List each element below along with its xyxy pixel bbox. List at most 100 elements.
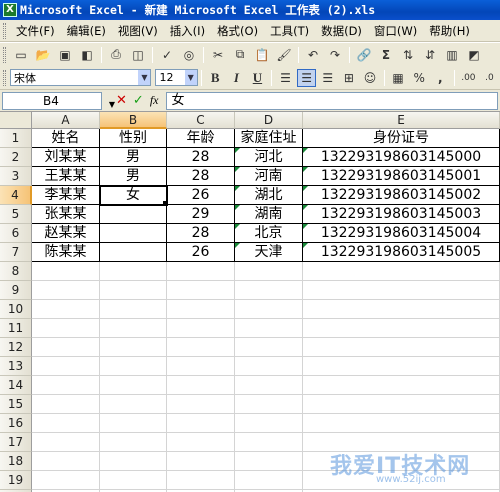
empty-cell[interactable] — [303, 414, 500, 433]
euro-icon[interactable]: ▦ — [389, 69, 408, 87]
empty-cell[interactable] — [303, 395, 500, 414]
empty-cell[interactable] — [100, 376, 167, 395]
table-header-cell[interactable]: 性别 — [100, 129, 167, 148]
table-cell[interactable]: 29 — [167, 205, 235, 224]
empty-cell[interactable] — [167, 414, 235, 433]
row-header-1[interactable]: 1 — [0, 129, 32, 148]
empty-cell[interactable] — [235, 433, 303, 452]
chevron-down-icon[interactable]: ▼ — [138, 70, 151, 85]
table-cell[interactable]: 132293198603145003 — [303, 205, 500, 224]
bold-button[interactable]: B — [206, 69, 225, 87]
merge-center-icon[interactable]: ⊞ — [339, 69, 358, 87]
empty-cell[interactable] — [235, 338, 303, 357]
cut-icon[interactable]: ✂ — [208, 46, 228, 64]
empty-cell[interactable] — [167, 281, 235, 300]
table-header-cell[interactable]: 身份证号 — [303, 129, 500, 148]
chart-wizard-icon[interactable]: ▥ — [442, 46, 462, 64]
menu-tools[interactable]: 工具(T) — [264, 23, 315, 39]
empty-cell[interactable] — [32, 319, 100, 338]
error-indicator-icon[interactable] — [235, 167, 240, 172]
table-cell[interactable]: 28 — [167, 167, 235, 186]
row-header-4[interactable]: 4 — [0, 186, 32, 205]
column-header-d[interactable]: D — [235, 112, 303, 129]
empty-cell[interactable] — [32, 281, 100, 300]
percent-icon[interactable]: % — [410, 69, 429, 87]
currency-icon[interactable]: ☺ — [360, 69, 379, 87]
empty-cell[interactable] — [100, 281, 167, 300]
toolbar-grip[interactable] — [3, 69, 6, 86]
empty-cell[interactable] — [100, 357, 167, 376]
increase-decimal-icon[interactable]: .00 — [459, 69, 478, 87]
table-header-cell[interactable]: 姓名 — [32, 129, 100, 148]
empty-cell[interactable] — [100, 433, 167, 452]
table-cell[interactable]: 张某某 — [32, 205, 100, 224]
cancel-icon[interactable]: ✕ — [116, 93, 127, 108]
empty-cell[interactable] — [235, 357, 303, 376]
table-cell[interactable]: 男 — [100, 167, 167, 186]
table-cell[interactable] — [100, 205, 167, 224]
row-header-8[interactable]: 8 — [0, 262, 32, 281]
error-indicator-icon[interactable] — [235, 243, 240, 248]
chevron-down-icon[interactable]: ▼ — [109, 97, 115, 113]
error-indicator-icon[interactable] — [235, 205, 240, 210]
row-header-10[interactable]: 10 — [0, 300, 32, 319]
align-left-icon[interactable]: ☰ — [276, 69, 295, 87]
column-header-e[interactable]: E — [303, 112, 500, 129]
empty-cell[interactable] — [303, 452, 500, 471]
table-cell[interactable]: 河北 — [235, 148, 303, 167]
table-cell[interactable]: 132293198603145001 — [303, 167, 500, 186]
row-header-7[interactable]: 7 — [0, 243, 32, 262]
empty-cell[interactable] — [303, 281, 500, 300]
research-icon[interactable]: ◎ — [179, 46, 199, 64]
empty-cell[interactable] — [32, 376, 100, 395]
new-icon[interactable]: ▭ — [11, 46, 31, 64]
error-indicator-icon[interactable] — [303, 186, 308, 191]
table-cell[interactable]: 28 — [167, 224, 235, 243]
toolbar-grip[interactable] — [3, 46, 6, 63]
paste-icon[interactable]: 📋 — [252, 46, 272, 64]
menu-window[interactable]: 窗口(W) — [368, 23, 423, 39]
empty-cell[interactable] — [100, 452, 167, 471]
column-header-a[interactable]: A — [32, 112, 100, 129]
row-header-13[interactable]: 13 — [0, 357, 32, 376]
empty-cell[interactable] — [32, 395, 100, 414]
empty-cell[interactable] — [32, 471, 100, 490]
insert-function-button[interactable]: fx — [150, 93, 159, 108]
hyperlink-icon[interactable]: 🔗 — [354, 46, 374, 64]
empty-cell[interactable] — [100, 300, 167, 319]
table-cell[interactable]: 男 — [100, 148, 167, 167]
excel-app-icon[interactable]: X — [3, 3, 17, 17]
row-header-14[interactable]: 14 — [0, 376, 32, 395]
menu-insert[interactable]: 插入(I) — [164, 23, 211, 39]
decrease-decimal-icon[interactable]: .0 — [480, 69, 499, 87]
font-name-combo[interactable]: 宋体 ▼ — [9, 69, 152, 86]
empty-cell[interactable] — [167, 262, 235, 281]
row-header-15[interactable]: 15 — [0, 395, 32, 414]
align-center-icon[interactable]: ☰ — [297, 68, 317, 87]
empty-cell[interactable] — [32, 433, 100, 452]
error-indicator-icon[interactable] — [235, 186, 240, 191]
empty-cell[interactable] — [32, 338, 100, 357]
empty-cell[interactable] — [32, 300, 100, 319]
row-header-2[interactable]: 2 — [0, 148, 32, 167]
fill-handle[interactable] — [163, 201, 168, 206]
table-cell[interactable]: 女 — [99, 185, 168, 206]
error-indicator-icon[interactable] — [303, 167, 308, 172]
table-cell[interactable]: 132293198603145004 — [303, 224, 500, 243]
worksheet-grid[interactable]: A B C D E 1 姓名 性别 年龄 家庭住址 身份证号 2 刘某某男 28 河北 13229319860… — [0, 112, 500, 492]
align-right-icon[interactable]: ☰ — [318, 69, 337, 87]
formula-input[interactable]: 女 — [166, 91, 498, 110]
table-cell[interactable]: 26 — [167, 243, 235, 262]
table-cell[interactable]: 26 — [167, 186, 235, 205]
empty-cell[interactable] — [167, 338, 235, 357]
menu-format[interactable]: 格式(O) — [211, 23, 264, 39]
error-indicator-icon[interactable] — [303, 224, 308, 229]
save-icon[interactable]: ▣ — [55, 46, 75, 64]
error-indicator-icon[interactable] — [303, 148, 308, 153]
chevron-down-icon[interactable]: ▼ — [184, 70, 197, 85]
table-header-cell[interactable]: 年龄 — [167, 129, 235, 148]
underline-button[interactable]: U — [248, 69, 267, 87]
print-icon[interactable]: ⎙ — [106, 46, 126, 64]
empty-cell[interactable] — [167, 471, 235, 490]
table-cell[interactable]: 天津 — [235, 243, 303, 262]
